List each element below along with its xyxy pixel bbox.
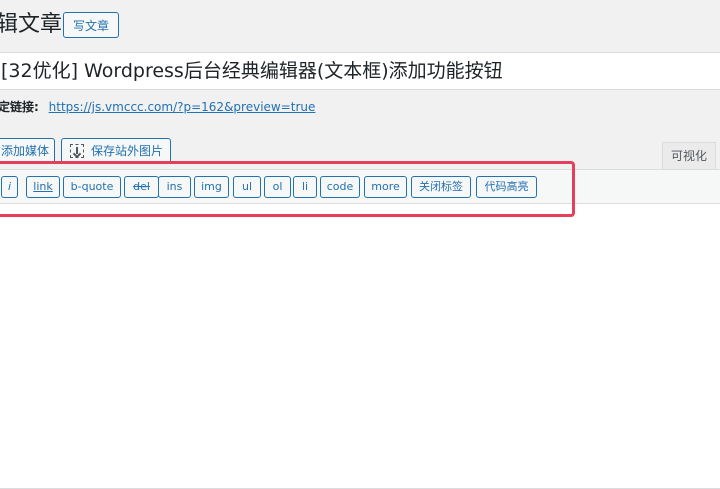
permalink-row: 定链接: https://js.vmccc.com/?p=162&preview… (0, 99, 315, 115)
tab-visual[interactable]: 可视化 (662, 142, 716, 170)
qt-italic-button[interactable]: i (1, 176, 18, 198)
qt-close-tags-button[interactable]: 关闭标签 (411, 176, 471, 198)
qt-li-button[interactable]: li (293, 176, 317, 198)
save-remote-images-button[interactable]: 保存站外图片 (61, 138, 171, 164)
qt-del-button[interactable]: del (124, 176, 159, 198)
qt-ol-button[interactable]: ol (264, 176, 291, 198)
permalink-label: 定链接: (0, 100, 39, 114)
post-title-input[interactable]: [32优化] Wordpress后台经典编辑器(文本框)添加功能按钮 (0, 52, 720, 90)
download-icon (70, 144, 84, 158)
qt-blockquote-button[interactable]: b-quote (63, 176, 121, 198)
qt-img-button[interactable]: img (194, 176, 229, 198)
save-remote-images-label: 保存站外图片 (91, 144, 164, 158)
permalink-link[interactable]: https://js.vmccc.com/?p=162&preview=true (49, 100, 316, 114)
add-new-post-button[interactable]: 写文章 (63, 12, 119, 38)
qt-code-button[interactable]: code (320, 176, 360, 198)
text-editor-area[interactable] (0, 169, 720, 489)
qt-more-button[interactable]: more (364, 176, 407, 198)
qt-ul-button[interactable]: ul (233, 176, 261, 198)
qt-ins-button[interactable]: ins (158, 176, 191, 198)
add-media-button[interactable]: 添加媒体 (0, 138, 55, 164)
add-media-label: 添加媒体 (1, 144, 50, 158)
page-title: 辑文章 (0, 12, 63, 37)
qt-link-button[interactable]: link (26, 176, 60, 198)
qt-code-highlight-button[interactable]: 代码高亮 (476, 176, 537, 198)
